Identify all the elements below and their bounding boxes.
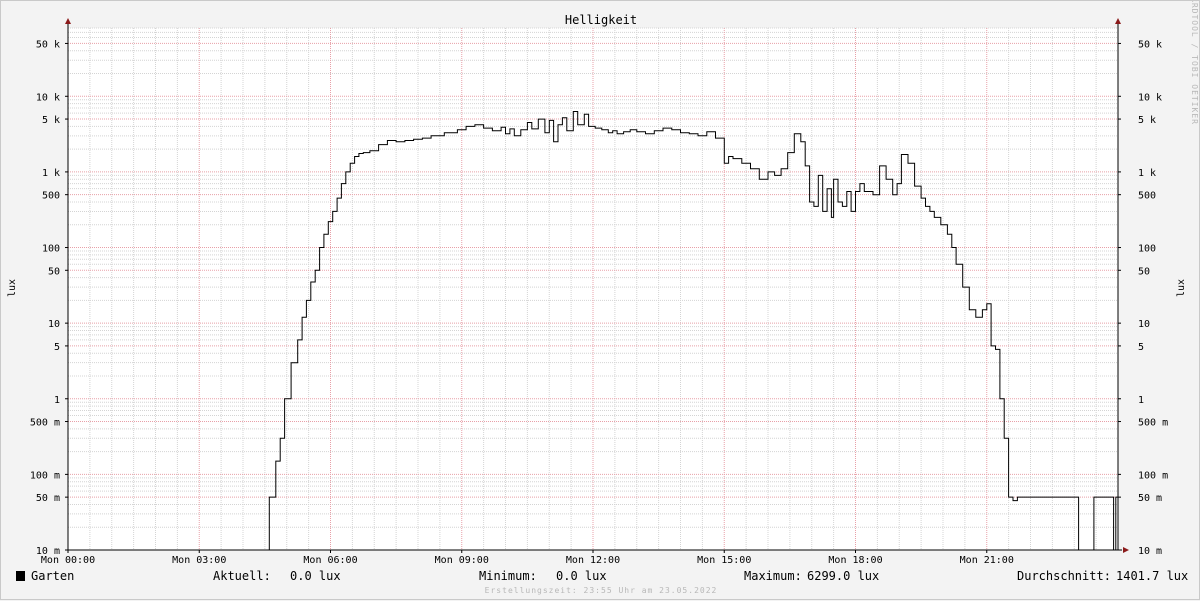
creation-time-footer: Erstellungszeit: 23:55 Uhr am 23.05.2022 bbox=[485, 586, 718, 595]
y-tick-label-right: 100 m bbox=[1138, 470, 1168, 481]
y-tick-label-right: 50 bbox=[1138, 266, 1150, 277]
y-tick-label-right: 50 m bbox=[1138, 493, 1162, 504]
y-tick-label-left: 10 bbox=[48, 319, 60, 330]
y-tick-label-right: 10 bbox=[1138, 319, 1150, 330]
y-tick-label-right: 500 bbox=[1138, 191, 1156, 202]
y-tick-label-right: 50 k bbox=[1138, 39, 1162, 50]
legend-current-label: Aktuell: bbox=[213, 569, 271, 583]
y-tick-label-left: 50 k bbox=[36, 39, 60, 50]
y-tick-label-left: 500 m bbox=[30, 418, 60, 429]
y-tick-label-left: 500 bbox=[42, 191, 60, 202]
y-tick-labels-left: 10 m50 m100 m500 m1510501005001 k5 k10 k… bbox=[30, 39, 60, 557]
y-tick-label-right: 1 k bbox=[1138, 168, 1156, 179]
y-tick-label-right: 1 bbox=[1138, 395, 1144, 406]
y-tick-label-right: 5 bbox=[1138, 342, 1144, 353]
x-tick-label: Mon 15:00 bbox=[697, 555, 751, 566]
x-tick-label: Mon 12:00 bbox=[566, 555, 620, 566]
y-axis-label-right: lux bbox=[1176, 279, 1187, 297]
y-tick-label-left: 5 k bbox=[42, 115, 60, 126]
rrdtool-watermark: RRDTOOL / TOBI OETIKER bbox=[1190, 1, 1199, 125]
legend-swatch-garten bbox=[16, 571, 25, 581]
y-axis-arrow-right bbox=[1115, 18, 1121, 24]
y-axis-arrow-left bbox=[65, 18, 71, 24]
y-tick-label-left: 50 m bbox=[36, 493, 60, 504]
brightness-chart: 10 m 50 m 100 m 500 m 1 5 10 50 100 500 1 k 5 k 10 k… bbox=[7, 1, 1199, 595]
y-tick-label-right: 10 k bbox=[1138, 92, 1162, 103]
legend-min-label: Minimum: bbox=[479, 569, 537, 583]
x-tick-label: Mon 09:00 bbox=[435, 555, 489, 566]
y-tick-labels-right: 10 m 50 m 100 m 500 m 1 5 10 50 100 500 1 k 5 k 10 k… bbox=[1138, 39, 1168, 557]
legend-name: Garten bbox=[31, 569, 74, 583]
chart-title: Helligkeit bbox=[565, 13, 637, 27]
y-tick-label-right: 10 m bbox=[1138, 546, 1162, 557]
x-tick-label: Mon 18:00 bbox=[828, 555, 882, 566]
legend-max-label: Maximum: bbox=[744, 569, 802, 583]
y-tick-label-left: 100 bbox=[42, 244, 60, 255]
x-axis-arrow bbox=[1123, 547, 1129, 553]
x-tick-label: Mon 21:00 bbox=[960, 555, 1014, 566]
y-tick-label-left: 100 m bbox=[30, 470, 60, 481]
legend-max-value: 6299.0 lux bbox=[807, 569, 879, 583]
x-tick-label: Mon 06:00 bbox=[303, 555, 357, 566]
legend-avg-value: 1401.7 lux bbox=[1116, 569, 1188, 583]
legend-avg-label: Durchschnitt: bbox=[1017, 569, 1111, 583]
y-tick-label-left: 1 k bbox=[42, 168, 60, 179]
legend-min-value: 0.0 lux bbox=[556, 569, 607, 583]
y-tick-label-left: 5 bbox=[54, 342, 60, 353]
x-tick-label: Mon 00:00 bbox=[41, 555, 95, 566]
y-tick-label-right: 100 bbox=[1138, 244, 1156, 255]
y-tick-label-left: 1 bbox=[54, 395, 60, 406]
y-axis-label-left: lux bbox=[7, 279, 18, 297]
y-tick-label-left: 50 bbox=[48, 266, 60, 277]
y-tick-label-right: 500 m bbox=[1138, 418, 1168, 429]
legend-current-value: 0.0 lux bbox=[290, 569, 341, 583]
y-tick-label-left: 10 k bbox=[36, 92, 60, 103]
x-tick-label: Mon 03:00 bbox=[172, 555, 226, 566]
graph-frame: 10 m 50 m 100 m 500 m 1 5 10 50 100 500 1 k 5 k 10 k… bbox=[0, 0, 1200, 600]
x-tick-labels: Mon 00:00 Mon 03:00 Mon 06:00 Mon 09:00 Mon … bbox=[41, 555, 1014, 566]
y-tick-label-right: 5 k bbox=[1138, 115, 1156, 126]
